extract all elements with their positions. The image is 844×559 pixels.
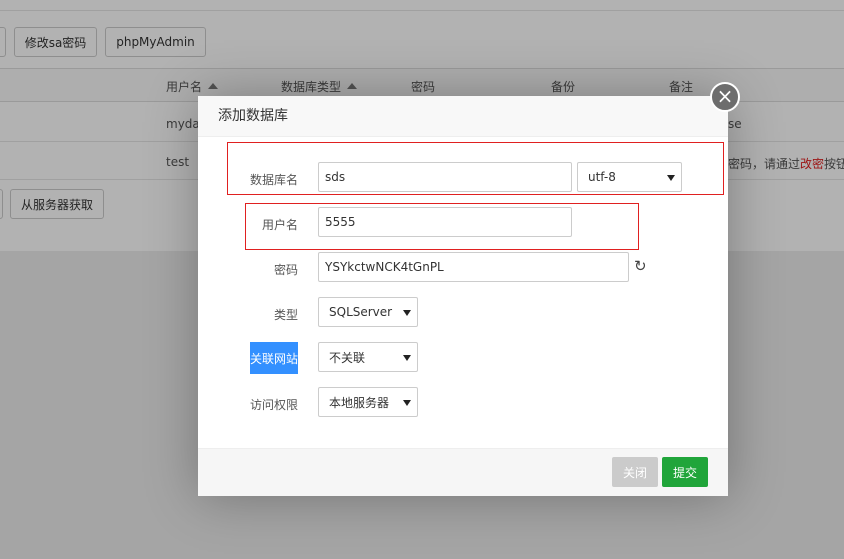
dropdown-caret-icon	[403, 310, 411, 316]
access-value: 本地服务器	[329, 395, 390, 410]
add-database-dialog: 添加数据库 数据库名 utf-8 用户名 密码 ↻ 类型 SQLServer 关…	[198, 96, 728, 496]
dialog-title: 添加数据库	[198, 96, 728, 137]
charset-value: utf-8	[588, 170, 616, 184]
linked-site-value: 不关联	[329, 350, 366, 365]
username-label: 用户名	[261, 218, 298, 232]
linked-site-label: 关联网站	[250, 342, 298, 374]
access-label: 访问权限	[249, 398, 298, 412]
submit-button[interactable]: 提交	[662, 457, 708, 487]
dropdown-caret-icon	[403, 355, 411, 361]
dropdown-caret-icon	[403, 400, 411, 406]
linked-site-select[interactable]: 不关联	[318, 342, 418, 372]
close-icon[interactable]: ×	[710, 82, 740, 112]
type-label: 类型	[273, 308, 298, 322]
password-label: 密码	[273, 263, 298, 277]
dropdown-caret-icon	[667, 175, 675, 181]
type-value: SQLServer	[329, 305, 393, 319]
username-input[interactable]	[318, 207, 572, 237]
access-select[interactable]: 本地服务器	[318, 387, 418, 417]
charset-select[interactable]: utf-8	[577, 162, 682, 192]
refresh-icon[interactable]: ↻	[634, 257, 647, 275]
close-button[interactable]: 关闭	[612, 457, 658, 487]
db-name-input[interactable]	[318, 162, 572, 192]
db-name-label: 数据库名	[249, 173, 298, 187]
type-select[interactable]: SQLServer	[318, 297, 418, 327]
password-input[interactable]	[318, 252, 629, 282]
